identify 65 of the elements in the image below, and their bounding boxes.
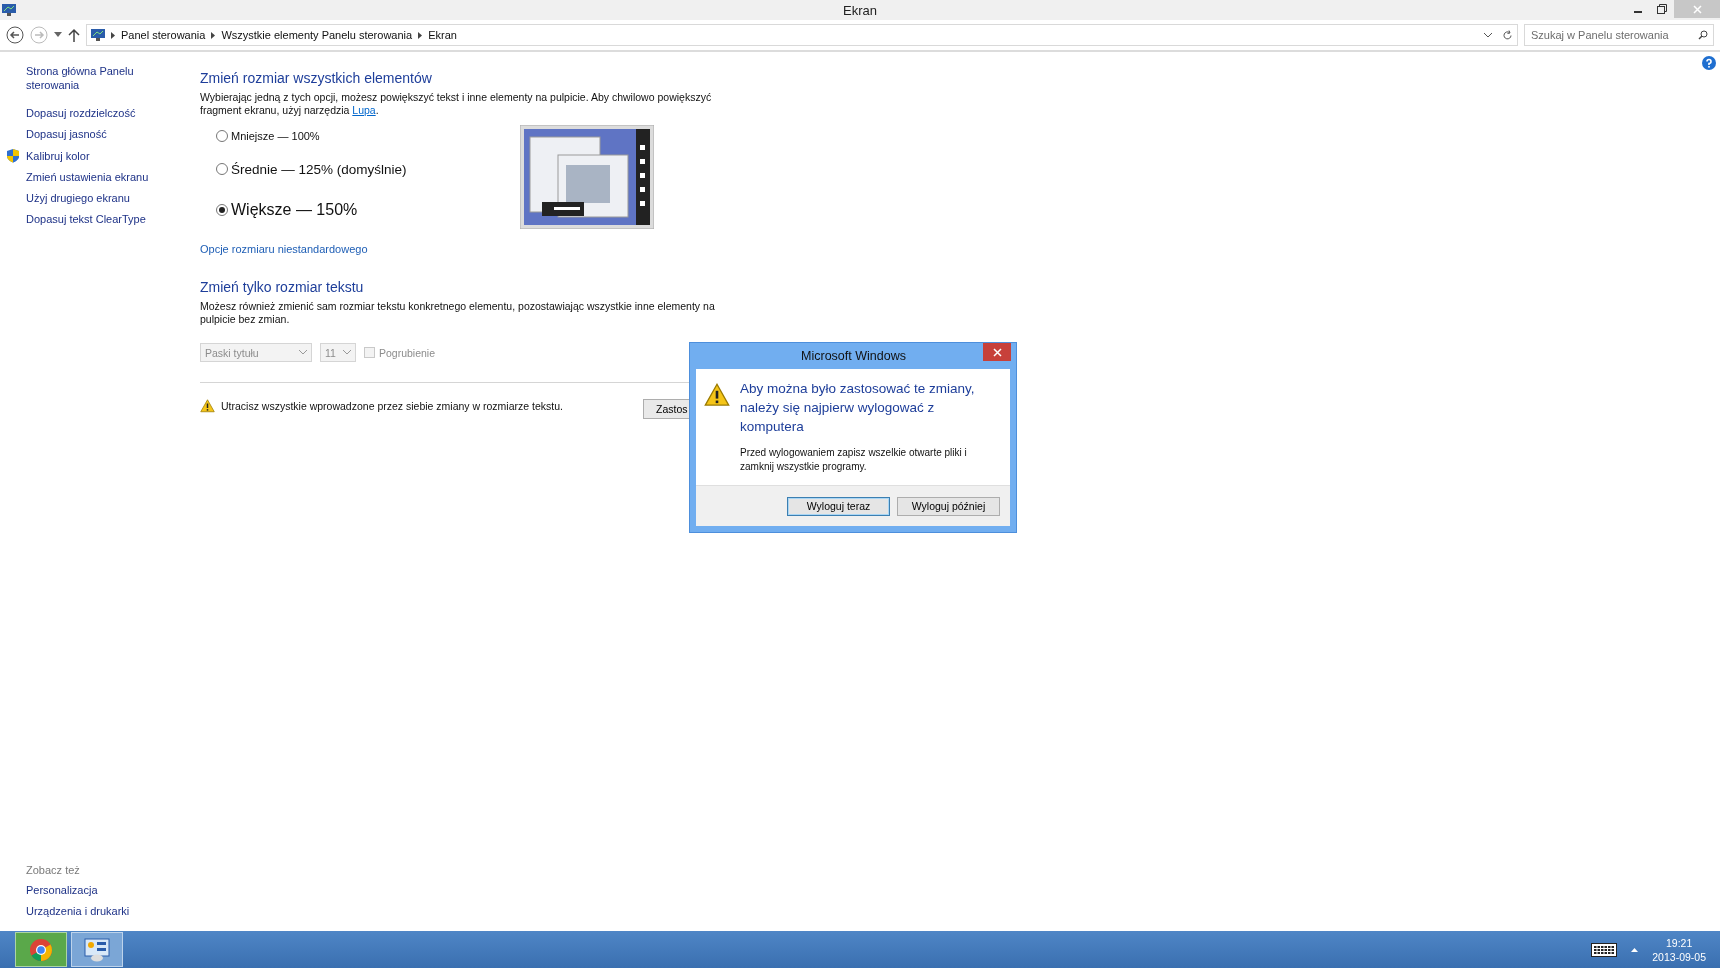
sidebar-link[interactable]: Zmień ustawienia ekranu bbox=[26, 170, 200, 184]
shield-icon bbox=[6, 148, 20, 163]
apply-button[interactable]: Zastos bbox=[643, 399, 689, 419]
dropdown-icon[interactable] bbox=[1484, 32, 1492, 38]
up-button[interactable] bbox=[68, 28, 80, 42]
search-icon[interactable] bbox=[1698, 30, 1708, 40]
close-button[interactable] bbox=[983, 343, 1011, 361]
section-heading: Zmień rozmiar wszystkich elementów bbox=[200, 70, 433, 86]
section-description: Wybierając jedną z tych opcji, możesz powiększyć tekst i inne elementy na pulpicie. Aby chwilowo powiększyć fragment ekranu, użyj narzędzia Lupa. bbox=[200, 91, 713, 117]
chevron-icon bbox=[418, 31, 423, 39]
dialog-title: Microsoft Windows bbox=[800, 349, 907, 363]
history-dropdown[interactable] bbox=[54, 32, 62, 38]
monitor-icon bbox=[91, 29, 105, 41]
magnifier-link[interactable]: Lupa bbox=[352, 104, 376, 116]
restore-icon bbox=[1657, 4, 1667, 14]
chevron-icon bbox=[111, 31, 115, 39]
scale-option[interactable]: Większe — 150% bbox=[216, 191, 520, 229]
scale-option[interactable]: Średnie — 125% (domyślnie) bbox=[216, 147, 520, 191]
sidebar-link[interactable]: Dopasuj rozdzielczość bbox=[26, 106, 200, 120]
dialog-heading: Aby można było zastosować te zmiany, należy się najpierw wylogować z komputera bbox=[740, 380, 976, 436]
taskbar-button[interactable] bbox=[15, 932, 67, 967]
custom-size-link[interactable]: Opcje rozmiaru niestandardowego bbox=[200, 243, 760, 255]
control-panel-icon bbox=[84, 937, 110, 962]
browser-icon bbox=[29, 937, 53, 962]
section-heading: Zmień tylko rozmiar tekstu bbox=[200, 279, 365, 295]
see-also-heading: Zobacz też bbox=[26, 864, 81, 876]
breadcrumb[interactable]: Wszystkie elementy Panelu sterowania bbox=[221, 29, 413, 41]
dialog-button[interactable]: Wyloguj później bbox=[897, 496, 1000, 516]
keyboard-icon[interactable] bbox=[1591, 942, 1618, 957]
monitor-icon bbox=[2, 4, 16, 16]
sidebar-link[interactable]: Dopasuj tekst ClearType bbox=[26, 212, 200, 226]
warning-text: Utracisz wszystkie wprowadzone przez siebie zmiany w rozmiarze tekstu. bbox=[221, 400, 563, 412]
dialog-message: Przed wylogowaniem zapisz wszelkie otwarte pliki i zamknij wszystkie programy. bbox=[740, 446, 968, 474]
close-icon bbox=[1692, 4, 1702, 14]
scale-option[interactable]: Mniejsze — 100% bbox=[216, 125, 520, 147]
radio-button[interactable] bbox=[216, 163, 228, 175]
close-icon bbox=[992, 347, 1002, 357]
sidebar-link[interactable]: Dopasuj jasność bbox=[26, 127, 200, 141]
radio-button[interactable] bbox=[216, 130, 228, 142]
sidebar-link[interactable]: Urządzenia i drukarki bbox=[26, 904, 200, 918]
caret-icon bbox=[343, 350, 351, 355]
section-description: Możesz również zmienić sam rozmiar tekstu konkretnego elementu, pozostawiając wszystkie inne elementy na pulpicie bez zmian. bbox=[200, 300, 716, 326]
minimize-icon bbox=[1634, 11, 1642, 13]
caret-icon bbox=[299, 350, 307, 355]
taskbar-button[interactable] bbox=[71, 932, 123, 967]
sidebar-link[interactable]: Kalibruj kolor bbox=[26, 148, 90, 163]
sidebar-link[interactable]: Personalizacja bbox=[26, 883, 200, 897]
clock[interactable]: 19:21 2013-09-05 bbox=[1652, 935, 1706, 964]
checkbox-label: Pogrubienie bbox=[379, 346, 436, 359]
warning-icon bbox=[704, 383, 730, 407]
tray-expand-icon[interactable] bbox=[1631, 947, 1639, 952]
address-bar[interactable]: Panel sterowania Wszystkie elementy Panelu sterowania Ekran bbox=[86, 24, 1518, 46]
breadcrumb[interactable]: Ekran bbox=[428, 29, 457, 41]
sidebar-link[interactable]: Strona główna Panelu sterowania bbox=[26, 64, 146, 92]
chevron-icon bbox=[211, 31, 216, 39]
dialog-button[interactable]: Wyloguj teraz bbox=[787, 496, 890, 516]
warning-icon bbox=[200, 399, 215, 413]
breadcrumb[interactable]: Panel sterowania bbox=[121, 29, 206, 41]
help-icon[interactable] bbox=[1702, 56, 1716, 70]
window-title: Ekran bbox=[842, 2, 878, 18]
search-field[interactable]: Szukaj w Panelu sterowania bbox=[1524, 24, 1714, 46]
radio-button[interactable] bbox=[216, 204, 228, 216]
sidebar-link[interactable]: Użyj drugiego ekranu bbox=[26, 191, 200, 205]
refresh-icon[interactable] bbox=[1502, 29, 1513, 41]
back-button[interactable] bbox=[6, 26, 24, 44]
